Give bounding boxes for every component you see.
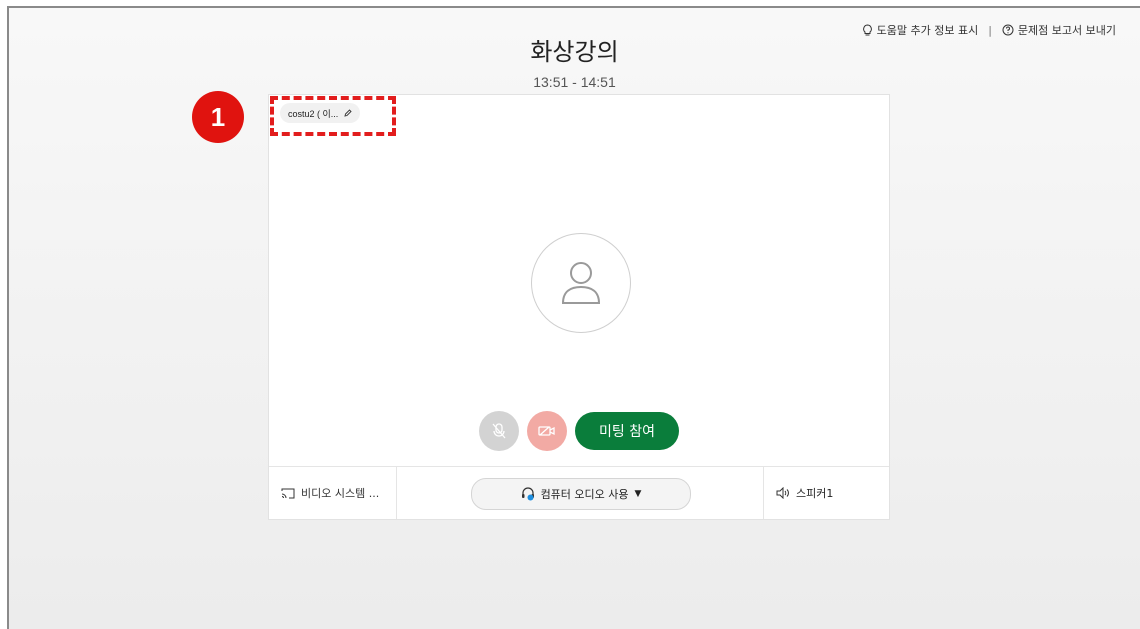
join-meeting-button[interactable]: 미팅 참여	[575, 412, 679, 450]
bottom-bar: 비디오 시스템 ... 컴퓨터 오디오 사용 ▼ 스피커1	[269, 466, 889, 519]
caret-down-icon: ▼	[634, 489, 642, 499]
meeting-title: 화상강의	[530, 38, 619, 66]
video-button[interactable]	[527, 411, 567, 451]
mute-button[interactable]	[479, 411, 519, 451]
speaker-button[interactable]: 스피커1	[763, 467, 891, 519]
person-icon	[561, 262, 601, 304]
headset-icon	[521, 487, 534, 501]
mic-off-icon	[492, 423, 506, 439]
avatar	[531, 233, 631, 333]
video-off-icon	[538, 426, 555, 436]
audio-select[interactable]: 컴퓨터 오디오 사용 ▼	[471, 478, 691, 510]
step-badge: 1	[192, 91, 244, 143]
video-system-label: 비디오 시스템 ...	[301, 487, 380, 500]
highlight-box	[270, 96, 396, 136]
meeting-time: 13:51 - 14:51	[533, 74, 616, 90]
video-system-button[interactable]: 비디오 시스템 ...	[269, 467, 397, 519]
speaker-label: 스피커1	[796, 487, 834, 500]
cast-icon	[281, 488, 295, 498]
speaker-icon	[776, 487, 789, 499]
app-window: 도움말 추가 정보 표시 | 문제점 보고서 보내기 화상강의 13:51 - …	[7, 6, 1140, 629]
audio-label: 컴퓨터 오디오 사용	[540, 488, 629, 501]
preview-card: costu2 ( 이... 미팅 참여 비디오 시스템 ... 컴퓨터 오디오 …	[268, 94, 890, 520]
meeting-controls: 미팅 참여	[479, 411, 679, 451]
